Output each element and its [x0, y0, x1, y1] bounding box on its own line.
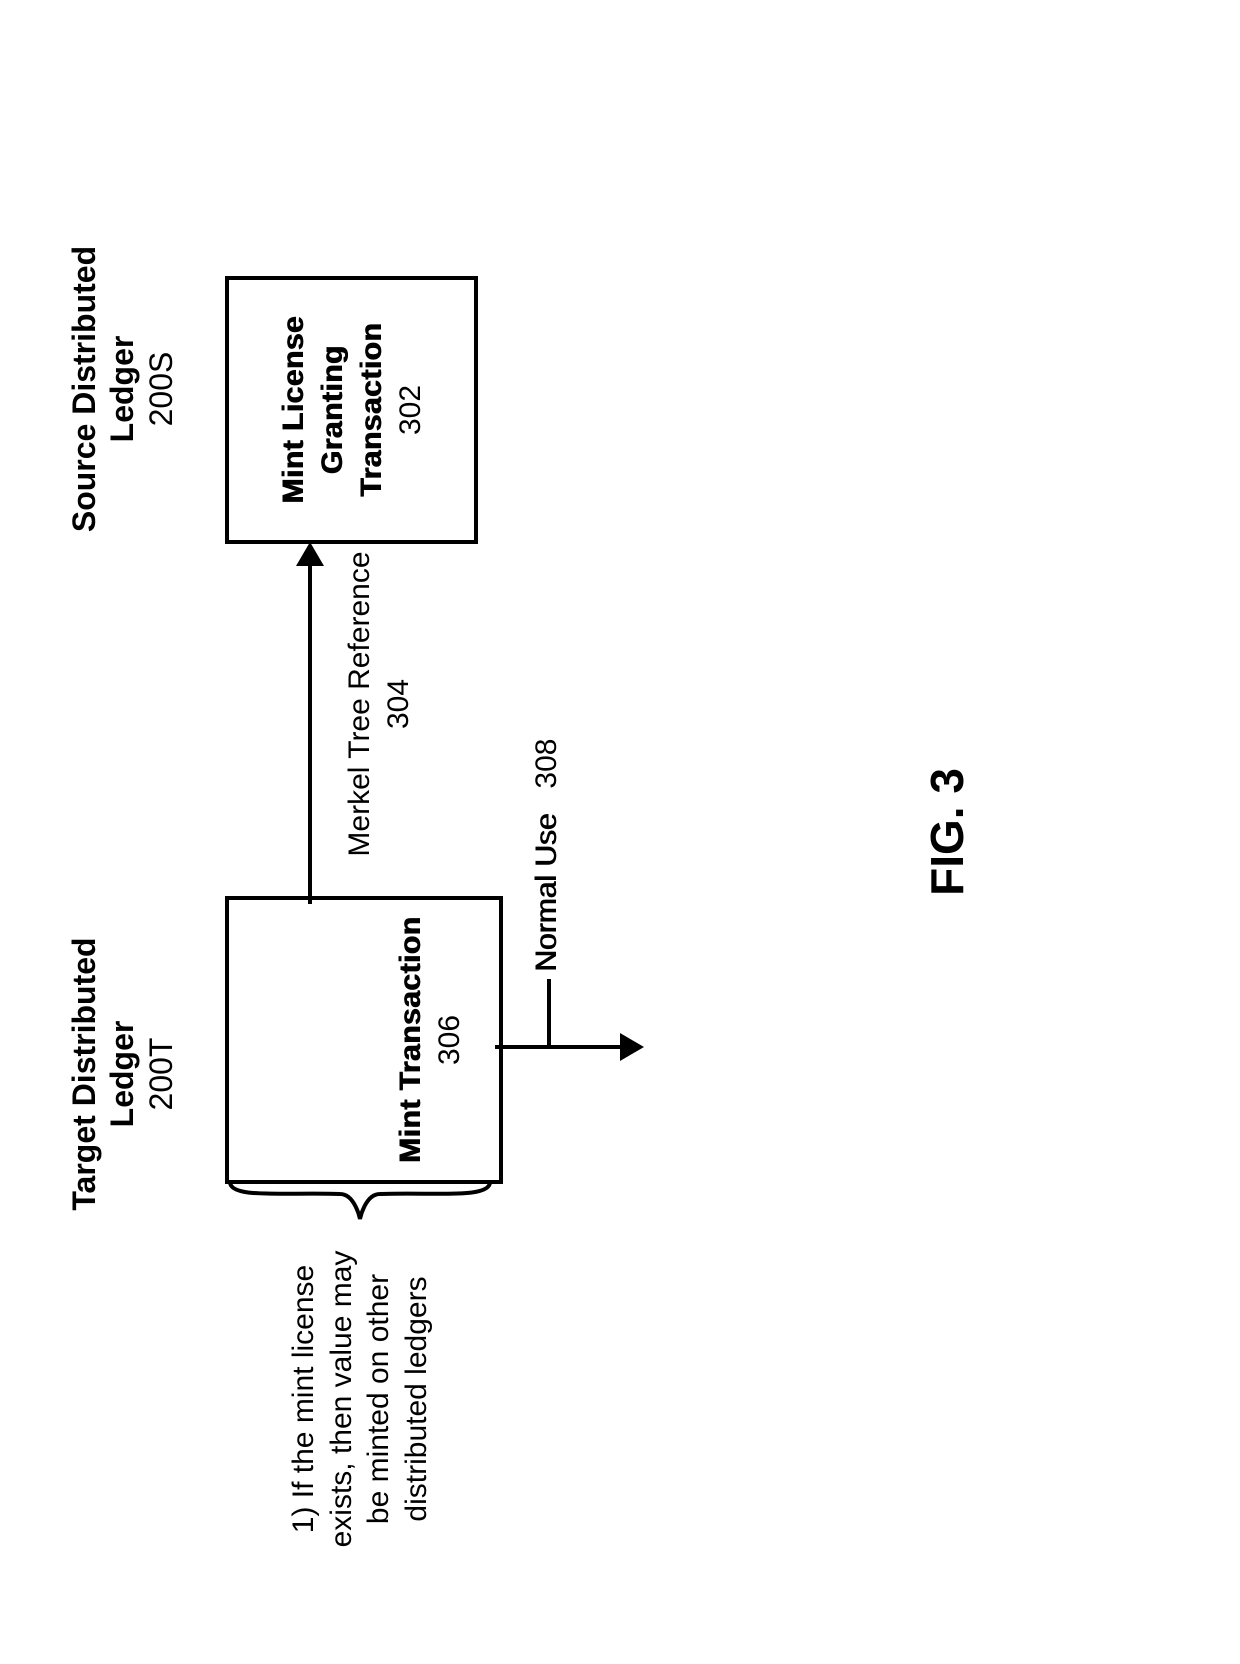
curly-brace-icon [225, 1174, 495, 1224]
target-ledger-title: Target Distributed Ledger [65, 924, 142, 1224]
target-ledger-ref: 200T [142, 924, 180, 1224]
normal-use-label: Normal Use 308 [530, 739, 564, 972]
normal-use-arrow-line [495, 1045, 625, 1049]
merkel-ref-label: Merkel Tree Reference 304 [340, 544, 418, 864]
source-ledger-title: Source Distributed Ledger [65, 229, 142, 549]
mint-transaction-box: Mint Transaction 306 [225, 896, 503, 1184]
mint-license-ref: 302 [391, 385, 430, 435]
source-ledger-ref: 200S [142, 229, 180, 549]
mint-license-box: Mint License Granting Transaction 302 [225, 276, 478, 544]
target-ledger-header: Target Distributed Ledger 200T [65, 924, 180, 1224]
merkel-ref-num: 304 [379, 544, 418, 864]
merkel-arrow-line [308, 552, 312, 904]
diagram-canvas: Target Distributed Ledger 200T Source Di… [0, 0, 1240, 1664]
figure-label: FIG. 3 [920, 0, 974, 1664]
merkel-arrow-head-icon [296, 542, 324, 566]
normal-use-arrow-head-icon [620, 1033, 644, 1061]
note-text: 1) If the mint license exists, then valu… [285, 1244, 435, 1554]
mint-transaction-label: Mint Transaction [391, 900, 430, 1180]
source-ledger-header: Source Distributed Ledger 200S [65, 229, 180, 549]
mint-license-line1: Mint License [274, 316, 313, 504]
normal-use-tick-line [547, 979, 551, 1049]
mint-license-line2: Granting [313, 346, 352, 475]
mint-transaction-ref: 306 [430, 900, 469, 1180]
merkel-ref-text: Merkel Tree Reference [340, 544, 379, 864]
mint-license-line3: Transaction [352, 323, 391, 497]
normal-use-text: Normal Use [530, 814, 563, 972]
normal-use-ref: 308 [530, 739, 563, 789]
